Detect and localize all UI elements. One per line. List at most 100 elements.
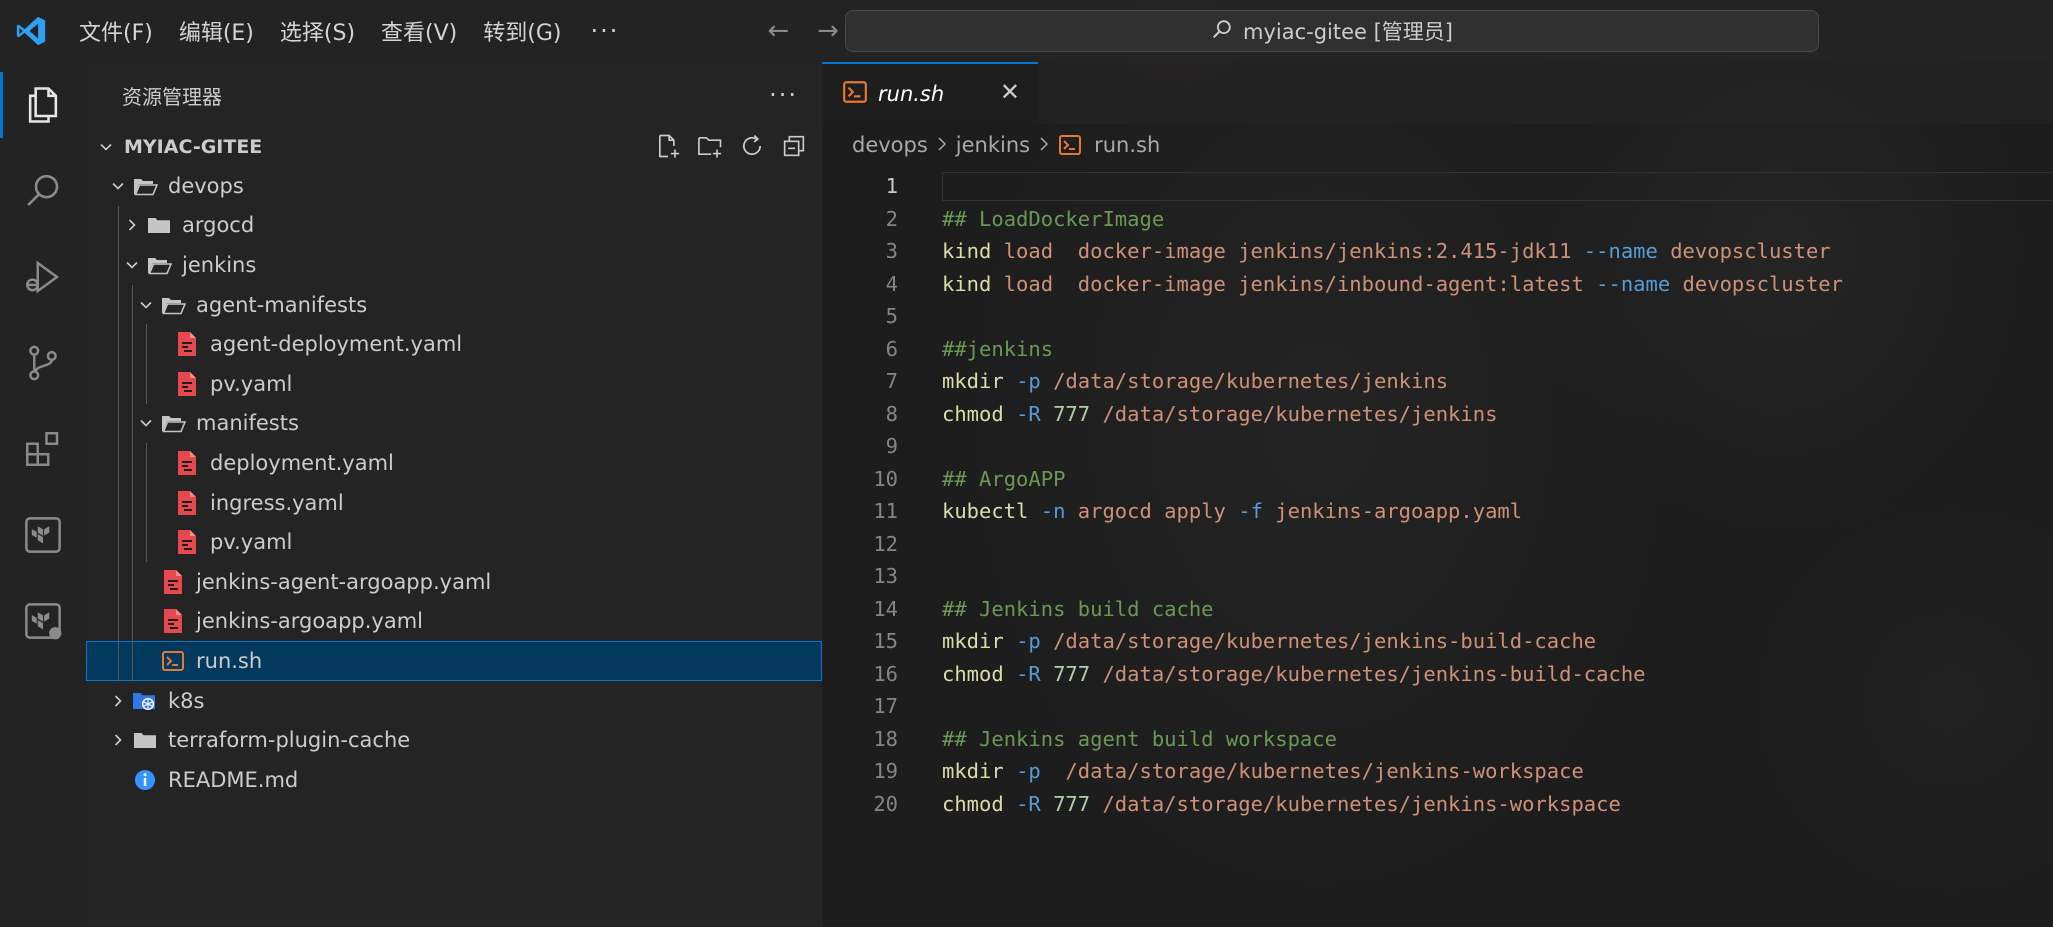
chevron-right-icon [936, 133, 948, 157]
line-number: 16 [873, 661, 898, 686]
menu-item-3[interactable]: 查看(V) [368, 11, 470, 51]
back-arrow-icon[interactable]: ← [753, 16, 803, 46]
chevron-down-icon [134, 415, 158, 431]
tree-file[interactable]: jenkins-agent-argoapp.yaml [86, 561, 822, 602]
code-token: argocd apply [1065, 499, 1239, 524]
code-token: load docker-image jenkins/jenkins:2.415-… [991, 239, 1584, 264]
editor-tabs: run.sh ✕ [822, 62, 2053, 124]
tree-folder[interactable]: terraform-plugin-cache [86, 720, 822, 760]
tree-file[interactable]: pv.yaml [86, 522, 822, 562]
extensions-icon[interactable] [0, 406, 86, 492]
tree-folder[interactable]: argocd [86, 205, 822, 246]
explorer-header: 资源管理器 ··· [86, 62, 822, 128]
indent-guide [118, 363, 119, 404]
tree-item-label: agent-deployment.yaml [210, 332, 463, 357]
new-folder-icon[interactable] [696, 132, 724, 165]
line-number: 13 [873, 564, 898, 589]
terraform-icon[interactable] [0, 492, 86, 578]
search-icon[interactable] [0, 148, 86, 234]
code-token: chmod [942, 401, 1004, 426]
menu-item-4[interactable]: 转到(G) [470, 11, 574, 51]
menu-more-icon[interactable]: ··· [574, 11, 635, 51]
code-token: -R [1016, 661, 1041, 686]
run-debug-icon[interactable] [0, 234, 86, 320]
code-token: -R [1016, 401, 1041, 426]
workspace-section-header[interactable]: MYIAC-GITEE [86, 128, 822, 166]
tree-item-label: deployment.yaml [210, 450, 394, 475]
tab-run-sh[interactable]: run.sh ✕ [822, 62, 1038, 124]
line-number: 17 [873, 694, 898, 719]
indent-guide [118, 443, 119, 483]
collapse-all-icon[interactable] [780, 132, 808, 165]
code-line: 6 ##jenkins [822, 333, 2053, 366]
code-line: 2 ## LoadDockerImage [822, 203, 2053, 236]
code-line: 1 [822, 170, 2053, 203]
tree-file[interactable]: README.md [86, 760, 822, 800]
code-token: --name [1596, 271, 1671, 296]
line-number: 6 [885, 336, 898, 361]
tree-file[interactable]: ingress.yaml [86, 482, 822, 523]
explorer-sidebar: 资源管理器 ··· MYIAC-GITEE devops argocd jenkin… [86, 62, 822, 927]
code-editor[interactable]: 1 2 ## LoadDockerImage 3 kind load docker-im… [822, 166, 2053, 820]
menu-item-0[interactable]: 文件(F) [66, 11, 166, 51]
indent-guide [132, 443, 133, 483]
new-file-icon[interactable] [654, 132, 682, 165]
terraform-cloud-icon[interactable] [0, 578, 86, 664]
command-center-search[interactable]: myiac-gitee [管理员] [845, 10, 1819, 52]
tree-item-label: README.md [168, 767, 299, 792]
chevron-right-icon [106, 693, 130, 709]
chevron-right-icon [106, 732, 130, 748]
chevron-right-icon [120, 217, 144, 233]
tree-folder[interactable]: agent-manifests [86, 284, 822, 325]
tree-folder[interactable]: jenkins [86, 245, 822, 285]
tree-folder[interactable]: devops [86, 166, 822, 206]
refresh-icon[interactable] [738, 132, 766, 165]
close-icon[interactable]: ✕ [1000, 78, 1020, 106]
section-actions [654, 132, 808, 165]
indent-guide [118, 205, 119, 246]
yaml-file-icon [158, 608, 188, 634]
breadcrumb-item-devops[interactable]: devops [852, 133, 928, 157]
tree-file[interactable]: jenkins-argoapp.yaml [86, 601, 822, 642]
code-token: ## ArgoAPP [942, 466, 1066, 491]
shell-file-icon [158, 649, 188, 673]
file-tree: devops argocd jenkins agent-manifests agent-… [86, 166, 822, 800]
tree-folder[interactable]: manifests [86, 403, 822, 444]
shell-file-icon [842, 79, 868, 109]
chevron-down-icon [106, 178, 130, 194]
menu-item-2[interactable]: 选择(S) [267, 11, 368, 51]
tree-file[interactable]: run.sh [86, 641, 822, 681]
line-number: 15 [873, 629, 898, 654]
code-token: mkdir [942, 629, 1004, 654]
line-number: 4 [885, 271, 898, 296]
editor-area: run.sh ✕ devops jenkins run.sh 1 2 ## Load… [822, 62, 2053, 927]
breadcrumb-item-run-sh[interactable]: run.sh [1094, 133, 1160, 157]
tree-file[interactable]: pv.yaml [86, 363, 822, 404]
code-line: 5 [822, 300, 2053, 333]
tree-folder[interactable]: k8s [86, 681, 822, 721]
code-token: -R [1016, 791, 1041, 816]
breadcrumb-item-jenkins[interactable]: jenkins [956, 133, 1030, 157]
code-token: 777 [1053, 661, 1091, 686]
tree-file[interactable]: agent-deployment.yaml [86, 324, 822, 364]
code-token: 777 [1053, 791, 1091, 816]
tree-file[interactable]: deployment.yaml [86, 443, 822, 483]
line-number: 18 [873, 726, 898, 751]
yaml-file-icon [172, 450, 202, 476]
command-center-text: myiac-gitee [管理员] [1242, 20, 1453, 44]
code-line: 17 [822, 690, 2053, 723]
explorer-more-icon[interactable]: ··· [769, 81, 798, 109]
menu-item-1[interactable]: 编辑(E) [166, 11, 267, 51]
explorer-icon[interactable] [0, 62, 86, 148]
breadcrumb: devops jenkins run.sh [822, 124, 2053, 166]
code-token: --name [1583, 239, 1658, 264]
tree-item-label: run.sh [196, 648, 263, 673]
code-token: mkdir [942, 759, 1004, 784]
workspace-title: MYIAC-GITEE [124, 136, 263, 158]
line-number: 7 [885, 369, 898, 394]
code-token: -p [1016, 629, 1041, 654]
source-control-icon[interactable] [0, 320, 86, 406]
code-line: 19 mkdir -p /data/storage/kubernetes/jenk… [822, 755, 2053, 788]
